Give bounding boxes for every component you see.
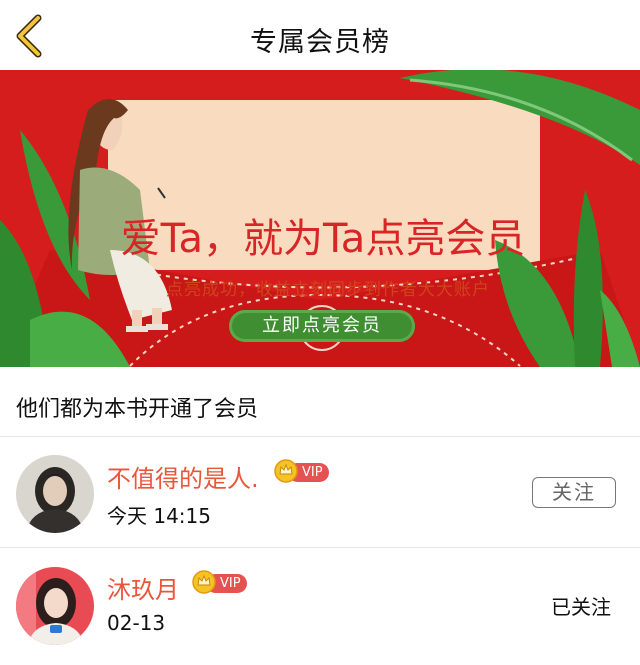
avatar[interactable] — [16, 567, 94, 645]
banner-headline: 爱Ta，就为Ta点亮会员 — [120, 216, 526, 262]
member-row[interactable]: 不值得的是人. VIP 今天 14:15 关注 — [0, 437, 640, 548]
avatar-photo-icon — [16, 455, 94, 533]
member-time: 今天 14:15 — [107, 504, 211, 528]
member-name[interactable]: 沐玖月 — [107, 570, 179, 605]
member-time: 02-13 — [107, 611, 166, 635]
crown-icon — [274, 459, 298, 483]
member-name[interactable]: 不值得的是人. — [107, 459, 259, 494]
banner-subtitle: 点亮成功，收益立刻同步到作者大大账户 — [166, 280, 490, 300]
promo-banner[interactable]: 爱Ta，就为Ta点亮会员 点亮成功，收益立刻同步到作者大大账户 立即点亮会员 — [0, 70, 640, 367]
light-up-membership-button[interactable]: 立即点亮会员 — [229, 310, 415, 342]
follow-button[interactable]: 关注 — [532, 477, 616, 508]
avatar-photo-icon — [16, 567, 94, 645]
member-row[interactable]: 沐玖月 VIP 02-13 已关注 — [0, 548, 640, 665]
crown-icon — [192, 570, 216, 594]
section-title: 他们都为本书开通了会员 — [16, 397, 259, 422]
followed-status-button[interactable]: 已关注 — [551, 591, 611, 620]
top-nav-bar: 专属会员榜 — [0, 0, 640, 70]
avatar[interactable] — [16, 455, 94, 533]
section-header: 他们都为本书开通了会员 — [0, 367, 640, 437]
page-title: 专属会员榜 — [250, 27, 390, 58]
